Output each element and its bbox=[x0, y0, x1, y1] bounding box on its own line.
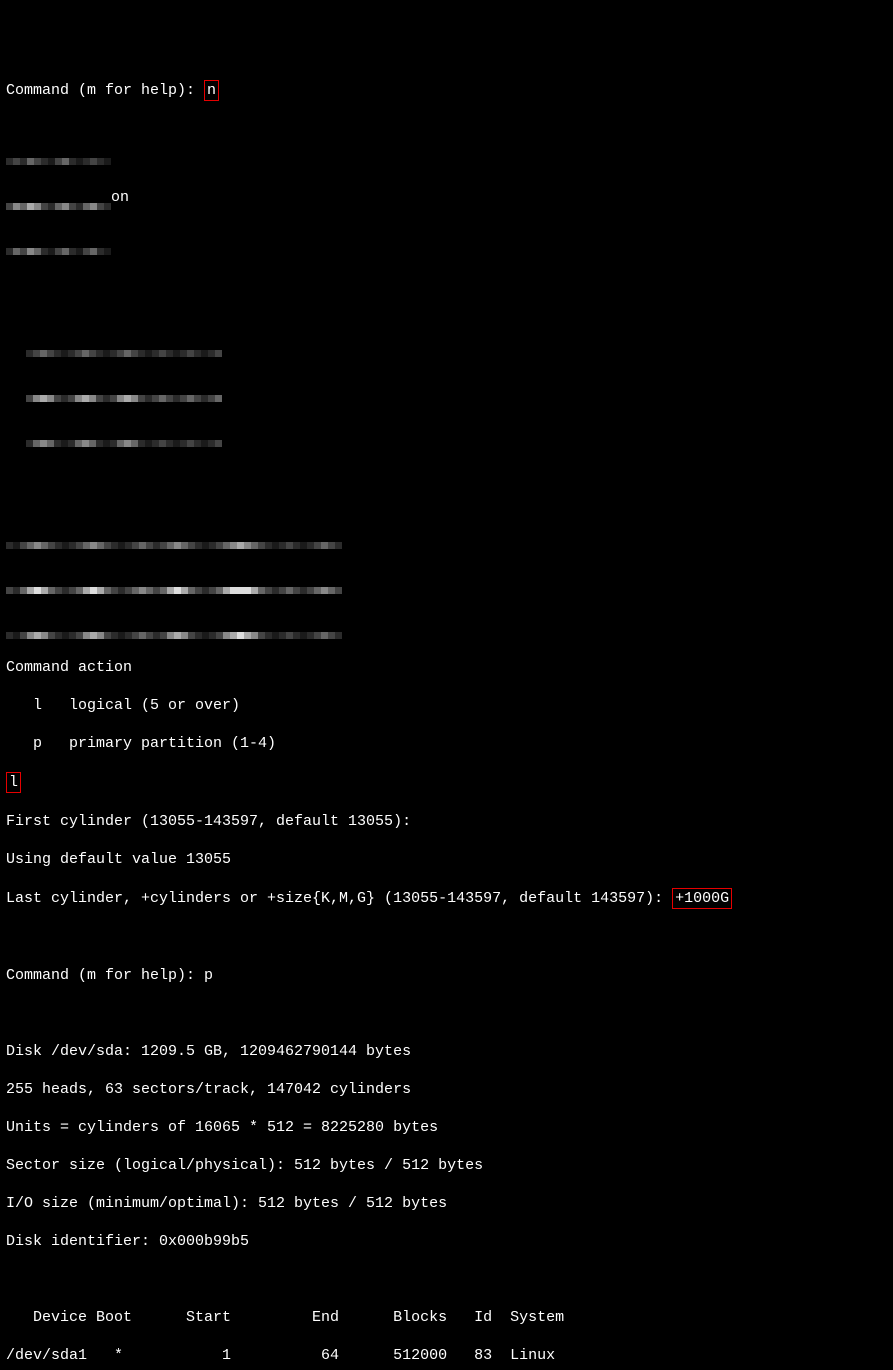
partition-table-header: Device Boot Start End Blocks Id System bbox=[6, 1308, 887, 1327]
io-size-line: I/O size (minimum/optimal): 512 bytes / … bbox=[6, 1194, 887, 1213]
user-input-l[interactable]: l bbox=[6, 772, 21, 793]
cmd-line-p: Command (m for help): p bbox=[6, 966, 887, 985]
heads-line: 255 heads, 63 sectors/track, 147042 cyli… bbox=[6, 1080, 887, 1099]
user-input-size[interactable]: +1000G bbox=[672, 888, 732, 909]
command-action-line: Command action bbox=[6, 658, 887, 677]
redacted-block-3 bbox=[6, 504, 342, 658]
last-cyl-prefix: Last cylinder, +cylinders or +size{K,M,G… bbox=[6, 890, 672, 907]
sector-size-line: Sector size (logical/physical): 512 byte… bbox=[6, 1156, 887, 1175]
cmd-prompt-text: Command (m for help): bbox=[6, 82, 204, 99]
first-cylinder-line: First cylinder (13055-143597, default 13… bbox=[6, 812, 887, 831]
cmd-line-n: Command (m for help): n bbox=[6, 80, 887, 101]
user-input-n[interactable]: n bbox=[204, 80, 219, 101]
action-logical-line: l logical (5 or over) bbox=[6, 696, 887, 715]
last-cylinder-line: Last cylinder, +cylinders or +size{K,M,G… bbox=[6, 888, 887, 909]
disk-info-line: Disk /dev/sda: 1209.5 GB, 1209462790144 … bbox=[6, 1042, 887, 1061]
table-row: /dev/sda1 * 1 64 512000 83 Linux bbox=[6, 1346, 887, 1365]
action-primary-line: p primary partition (1-4) bbox=[6, 734, 887, 753]
redacted-block-2 bbox=[26, 312, 222, 466]
disk-identifier-line: Disk identifier: 0x000b99b5 bbox=[6, 1232, 887, 1251]
redacted-block-1 bbox=[6, 120, 111, 274]
using-default-line: Using default value 13055 bbox=[6, 850, 887, 869]
obscured-text-on: on bbox=[111, 189, 129, 206]
units-line: Units = cylinders of 16065 * 512 = 82252… bbox=[6, 1118, 887, 1137]
